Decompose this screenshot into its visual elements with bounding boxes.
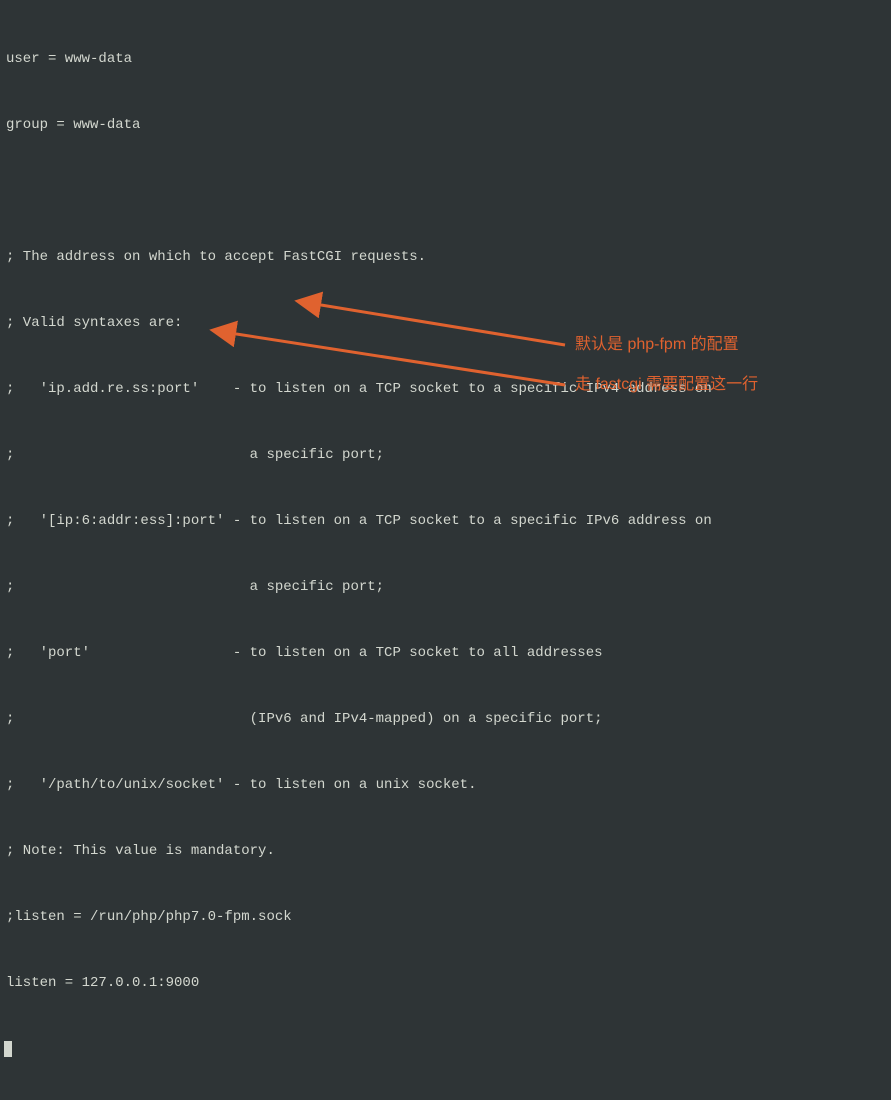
annotation-note-1: 默认是 php-fpm 的配置 [575,334,739,356]
text-cursor [4,1041,12,1057]
config-line: ; The address on which to accept FastCGI… [6,246,885,268]
config-line: listen = 127.0.0.1:9000 [6,972,885,994]
config-line: ; (IPv6 and IPv4-mapped) on a specific p… [6,708,885,730]
config-line: ; 'port' - to listen on a TCP socket to … [6,642,885,664]
config-line [6,1038,885,1060]
config-line: ; '/path/to/unix/socket' - to listen on … [6,774,885,796]
config-line: ; '[ip:6:addr:ess]:port' - to listen on … [6,510,885,532]
config-line: group = www-data [6,114,885,136]
config-line: ; a specific port; [6,576,885,598]
config-line [6,180,885,202]
config-line: ; Valid syntaxes are: [6,312,885,334]
config-text-editor[interactable]: user = www-data group = www-data ; The a… [0,0,891,1100]
annotation-note-2: 走 fastcgi 需要配置这一行 [575,374,758,396]
config-line: ; Note: This value is mandatory. [6,840,885,862]
config-line: ;listen = /run/php/php7.0-fpm.sock [6,906,885,928]
config-line: user = www-data [6,48,885,70]
config-line: ; a specific port; [6,444,885,466]
